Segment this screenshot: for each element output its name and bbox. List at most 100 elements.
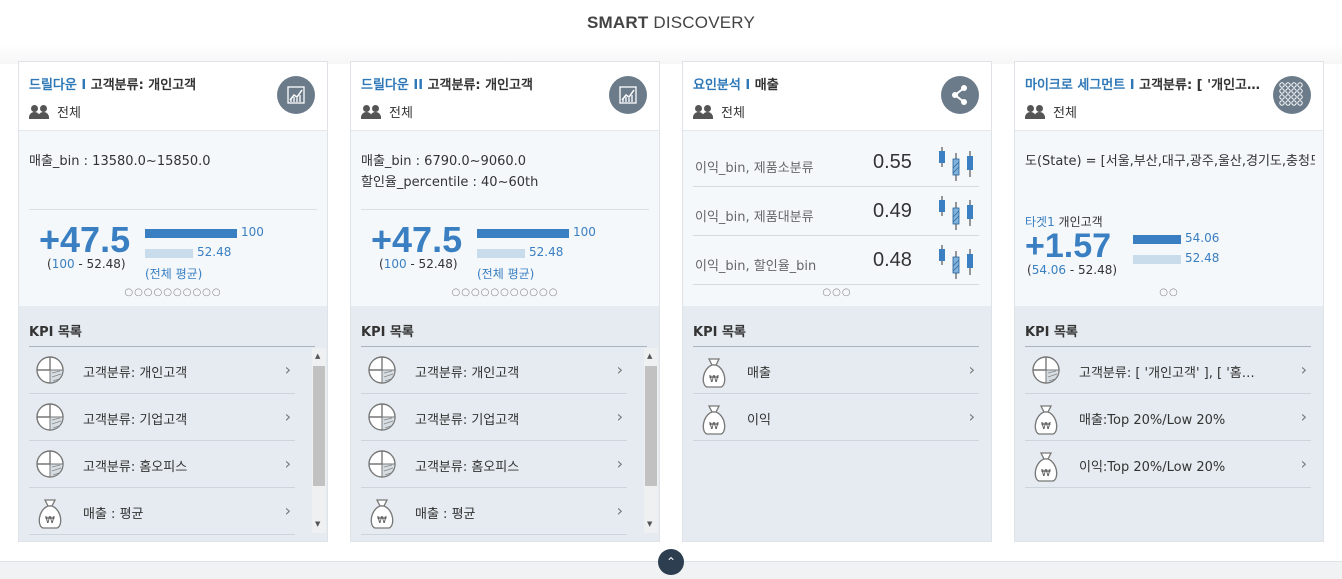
page-dots[interactable]: ○○ bbox=[1015, 287, 1323, 298]
svg-text:₩: ₩ bbox=[45, 515, 55, 526]
avg-bar-label: 52.48 bbox=[197, 245, 232, 259]
growth-chart-icon[interactable] bbox=[277, 76, 315, 114]
kpi-item[interactable]: 고객분류: 홈오피스 › bbox=[29, 441, 295, 488]
scroll-thumb[interactable] bbox=[645, 366, 657, 486]
kpi-panel: KPI 목록고객분류: [ '개인고객' ], [ '홈오피스' ] › ₩ 매출:T… bbox=[1015, 306, 1323, 541]
factor-row[interactable]: 이익_bin, 제품대분류 0.49 bbox=[693, 188, 979, 236]
page-dots[interactable]: ○○○ bbox=[683, 287, 991, 298]
card-summary: 도(State) = [서울,부산,대구,광주,울산,경기도,충청도,전라도]타… bbox=[1015, 130, 1323, 306]
kpi-label: 이익 bbox=[747, 413, 771, 428]
svg-text:₩: ₩ bbox=[1041, 468, 1051, 479]
scrollbar[interactable]: ▲ ▼ bbox=[644, 348, 658, 533]
factor-label: 이익_bin, 제품대분류 bbox=[695, 210, 814, 225]
kpi-item[interactable]: ₩ 매출 : 평균 › bbox=[361, 488, 627, 535]
scroll-down-icon[interactable]: ▼ bbox=[315, 520, 320, 528]
page-dots[interactable]: ○○○○○○○○○○○ bbox=[351, 287, 659, 298]
chevron-right-icon[interactable]: › bbox=[1301, 454, 1307, 473]
divider bbox=[29, 209, 317, 210]
chevron-right-icon[interactable]: › bbox=[617, 501, 623, 520]
money-bag-icon: ₩ bbox=[1031, 402, 1061, 435]
card-header: 마이크로 세그먼트 I 고객분류: [ '개인고객', '기업고객' ] 전체 bbox=[1015, 62, 1323, 130]
kpi-item[interactable]: 고객분류: 홈오피스 › bbox=[361, 441, 627, 488]
card-title: 드릴다운 II 고객분류: 개인고객 bbox=[361, 78, 533, 93]
lift-value: +47.5 bbox=[39, 219, 131, 260]
growth-chart-icon[interactable] bbox=[609, 76, 647, 114]
kpi-item[interactable]: 고객분류: 기업고객 › bbox=[29, 394, 295, 441]
scroll-up-icon[interactable]: ▲ bbox=[315, 352, 320, 360]
candlestick-icon bbox=[937, 147, 977, 187]
chevron-right-icon[interactable]: › bbox=[285, 454, 291, 473]
card-summary: 매출_bin : 13580.0~15850.0 +47.5 (100 - 52.4… bbox=[19, 130, 327, 306]
kpi-item[interactable]: 고객분류: 개인고객 › bbox=[361, 347, 627, 394]
kpi-title: KPI 목록 bbox=[693, 325, 746, 340]
scroll-down-icon[interactable]: ▼ bbox=[647, 520, 652, 528]
people-icon bbox=[1025, 105, 1047, 119]
kpi-label: 고객분류: [ '개인고객' ], [ '홈오피스' ] bbox=[1079, 366, 1259, 381]
chevron-right-icon[interactable]: › bbox=[285, 360, 291, 379]
chevron-right-icon[interactable]: › bbox=[285, 501, 291, 520]
kpi-title: KPI 목록 bbox=[29, 325, 82, 340]
scope-label: 전체 bbox=[693, 102, 745, 121]
chevron-right-icon[interactable]: › bbox=[617, 407, 623, 426]
card-title: 마이크로 세그먼트 I 고객분류: [ '개인고객', '기업고객' ] bbox=[1025, 78, 1265, 93]
chevron-right-icon[interactable]: › bbox=[969, 407, 975, 426]
avg-bar bbox=[145, 249, 193, 258]
lift-value: +1.57 bbox=[1025, 227, 1112, 265]
kpi-label: 매출:Top 20%/Low 20% bbox=[1079, 413, 1226, 428]
target-bar bbox=[477, 229, 569, 238]
people-icon bbox=[693, 105, 715, 119]
scroll-up-icon[interactable]: ▲ bbox=[647, 352, 652, 360]
kpi-item[interactable]: ₩ 매출 › bbox=[693, 347, 979, 394]
target-bar bbox=[145, 229, 237, 238]
share-icon[interactable] bbox=[941, 76, 979, 114]
kpi-list: 고객분류: [ '개인고객' ], [ '홈오피스' ] › ₩ 매출:Top 20%… bbox=[1025, 347, 1311, 488]
collapse-up-button[interactable]: ⌃ bbox=[658, 549, 684, 575]
factor-row[interactable]: 이익_bin, 할인율_bin 0.48 bbox=[693, 237, 979, 285]
lift-detail: (54.06 - 52.48) bbox=[1027, 263, 1118, 277]
kpi-item[interactable]: ₩ 이익:Top 20%/Low 20% › bbox=[1025, 441, 1311, 488]
avg-bar bbox=[477, 249, 525, 258]
kpi-item[interactable]: 고객분류: 개인고객 › bbox=[29, 347, 295, 394]
factor-label: 이익_bin, 제품소분류 bbox=[695, 161, 814, 176]
chevron-right-icon[interactable]: › bbox=[285, 407, 291, 426]
factor-score: 0.49 bbox=[873, 200, 912, 222]
money-bag-icon: ₩ bbox=[699, 402, 729, 435]
kpi-item[interactable]: 고객분류: [ '개인고객' ], [ '홈오피스' ] › bbox=[1025, 347, 1311, 394]
money-bag-icon: ₩ bbox=[367, 496, 397, 529]
kpi-list: 고객분류: 개인고객 › 고객분류: 기업고객 › 고객분류: 홈오피스 › ₩ 매출 : 평… bbox=[361, 347, 627, 535]
kpi-list: ₩ 매출 › ₩ 이익 › bbox=[693, 347, 979, 441]
money-bag-icon: ₩ bbox=[1031, 449, 1061, 482]
pie-icon bbox=[1031, 355, 1061, 385]
scrollbar[interactable]: ▲ ▼ bbox=[312, 348, 326, 533]
page-dots[interactable]: ○○○○○○○○○○ bbox=[19, 287, 327, 298]
dots-grid-icon[interactable] bbox=[1273, 76, 1311, 114]
kpi-label: 고객분류: 홈오피스 bbox=[415, 460, 520, 475]
condition-text: 도(State) = [서울,부산,대구,광주,울산,경기도,충청도,전라도] bbox=[1025, 154, 1315, 169]
chevron-right-icon[interactable]: › bbox=[617, 360, 623, 379]
chevron-right-icon[interactable]: › bbox=[1301, 407, 1307, 426]
factor-label: 이익_bin, 할인율_bin bbox=[695, 259, 817, 274]
condition-text: 매출_bin : 6790.0~9060.0 할인율_percentile : 4… bbox=[361, 154, 539, 190]
discovery-card: 드릴다운 II 고객분류: 개인고객 전체 매출_bin : 6790.0~9060… bbox=[350, 61, 660, 542]
condition-text: 매출_bin : 13580.0~15850.0 bbox=[29, 154, 211, 169]
kpi-item[interactable]: 고객분류: 기업고객 › bbox=[361, 394, 627, 441]
target-bar-label: 100 bbox=[573, 225, 596, 239]
card-header: 드릴다운 I 고객분류: 개인고객 전체 bbox=[19, 62, 327, 130]
factor-row[interactable]: 이익_bin, 제품소분류 0.55 bbox=[693, 139, 979, 187]
chevron-right-icon[interactable]: › bbox=[617, 454, 623, 473]
lift-detail: (100 - 52.48) bbox=[47, 257, 126, 271]
kpi-label: 고객분류: 기업고객 bbox=[415, 413, 520, 428]
pie-icon bbox=[367, 402, 397, 432]
kpi-item[interactable]: ₩ 이익 › bbox=[693, 394, 979, 441]
candlestick-icon bbox=[937, 196, 977, 236]
kpi-label: 고객분류: 기업고객 bbox=[83, 413, 188, 428]
kpi-item[interactable]: ₩ 매출:Top 20%/Low 20% › bbox=[1025, 394, 1311, 441]
kpi-item[interactable]: ₩ 매출 : 평균 › bbox=[29, 488, 295, 535]
lift-detail: (100 - 52.48) bbox=[379, 257, 458, 271]
chevron-right-icon[interactable]: › bbox=[1301, 360, 1307, 379]
kpi-title: KPI 목록 bbox=[1025, 325, 1078, 340]
kpi-label: 고객분류: 개인고객 bbox=[415, 366, 520, 381]
discovery-card: 드릴다운 I 고객분류: 개인고객 전체 매출_bin : 13580.0~1585… bbox=[18, 61, 328, 542]
chevron-right-icon[interactable]: › bbox=[969, 360, 975, 379]
scroll-thumb[interactable] bbox=[313, 366, 325, 486]
